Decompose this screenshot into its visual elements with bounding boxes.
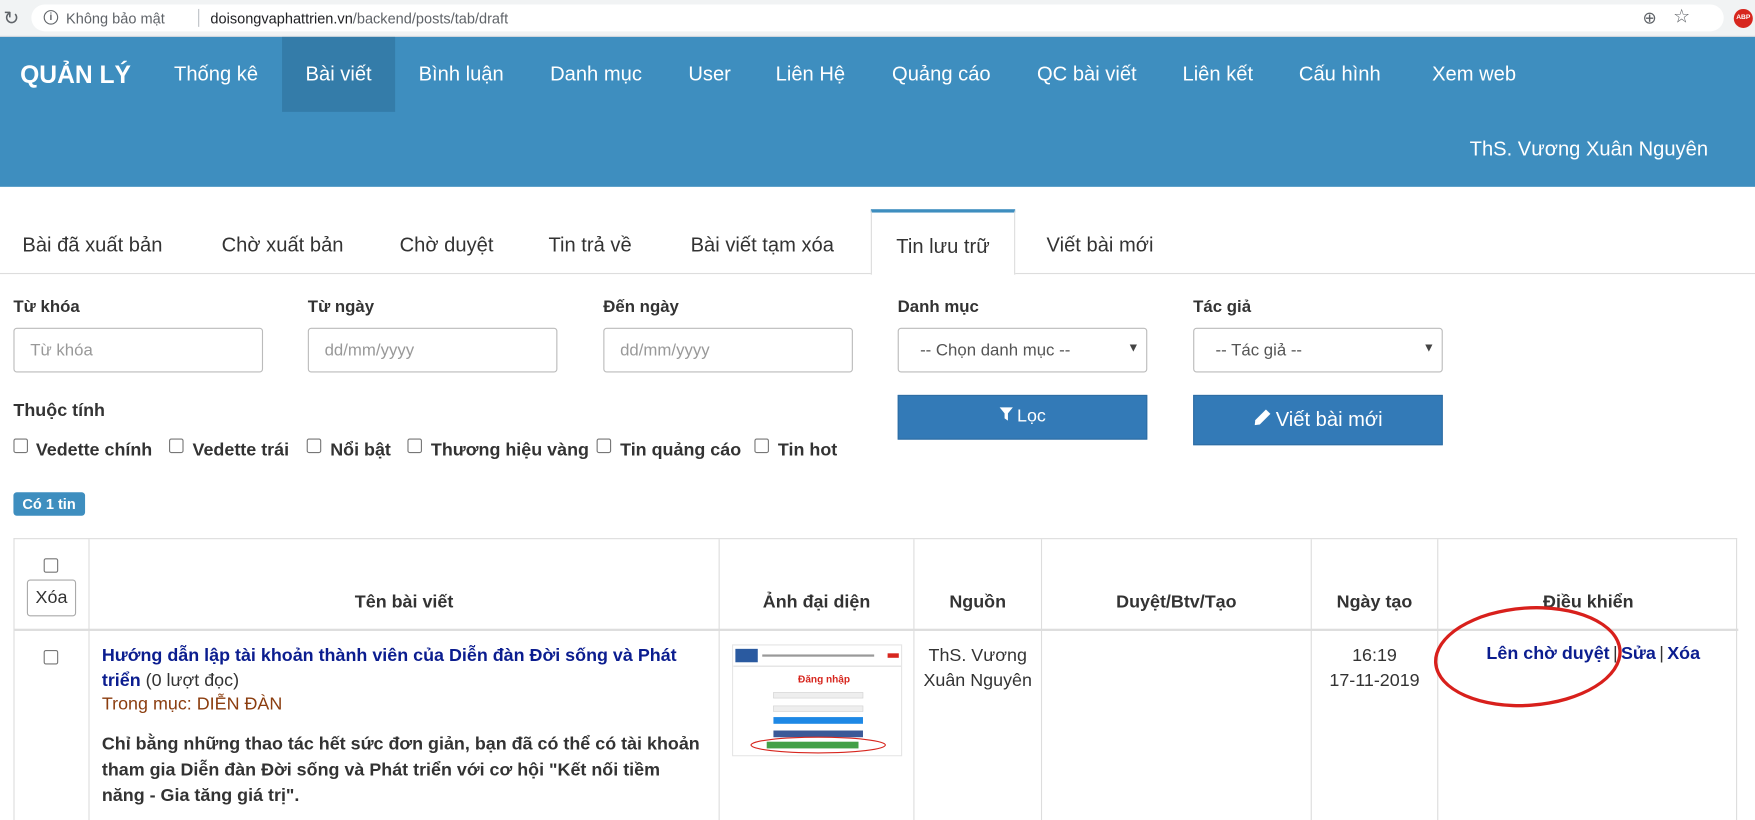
post-category: Trong mục: DIỄN ĐÀN (101, 694, 283, 714)
result-count-badge: Có 1 tin (13, 492, 85, 516)
attr-vedette-chinh-checkbox[interactable] (13, 438, 28, 454)
new-post-button-label: Viết bài mới (1275, 408, 1383, 431)
screen: ↻ i Không bảo mật doisongvaphattrien.vn/… (0, 0, 1755, 820)
brand-title[interactable]: QUẢN LÝ (20, 60, 131, 89)
post-title: Hướng dẫn lập tài khoản thành viên của D… (102, 644, 718, 693)
header-source: Nguồn (949, 592, 1007, 612)
new-post-button[interactable]: Viết bài mới (1193, 394, 1443, 446)
url-text[interactable]: doisongvaphattrien.vn/backend/posts/tab/… (210, 10, 508, 27)
nav-item-thong-ke[interactable]: Thống kê (154, 37, 277, 112)
category-label: Danh mục (897, 297, 979, 317)
delete-selected-button[interactable]: Xóa (26, 579, 77, 617)
attr-tin-quang-cao-checkbox[interactable] (596, 438, 612, 454)
tab-new-post[interactable]: Viết bài mới (1047, 209, 1154, 274)
keyword-input[interactable] (13, 327, 264, 373)
from-date-label: Từ ngày (307, 297, 375, 317)
nav-item-quang-cao[interactable]: Quảng cáo (875, 37, 1007, 112)
chevron-down-icon: ▼ (1422, 341, 1435, 355)
attr-tin-hot-label: Tin hot (777, 440, 838, 460)
attributes-label: Thuộc tính (13, 401, 105, 421)
author-label: Tác giả (1193, 297, 1252, 317)
to-date-label: Đến ngày (603, 297, 679, 317)
column-divider (88, 539, 90, 820)
thumbnail-image: Đăng nhập (733, 645, 902, 756)
attr-tin-hot-checkbox[interactable] (754, 438, 769, 454)
attr-thuong-hieu-vang-checkbox[interactable] (407, 438, 422, 454)
author-selected-value: -- Tác giả -- (1215, 341, 1303, 361)
post-tabs: Bài đã xuất bản Chờ xuất bản Chờ duyệt T… (0, 209, 1755, 276)
post-thumbnail[interactable]: Đăng nhập (732, 644, 903, 757)
zoom-icon[interactable]: ⊕ (1642, 8, 1656, 28)
pencil-icon (1253, 396, 1271, 444)
security-status: Không bảo mật (66, 10, 165, 27)
attr-noi-bat-label: Nổi bật (330, 440, 391, 460)
reload-icon[interactable]: ↻ (3, 8, 19, 30)
thumbnail-caption: Đăng nhập (798, 674, 850, 685)
info-icon[interactable]: i (43, 10, 59, 25)
tab-temp-deleted[interactable]: Bài viết tạm xóa (691, 209, 834, 274)
url-divider (198, 8, 200, 27)
edit-link[interactable]: Sửa (1621, 644, 1656, 663)
header-approval: Duyệt/Btv/Tạo (1116, 592, 1237, 612)
post-created: 16:19 17-11-2019 (1312, 644, 1437, 693)
attr-tin-quang-cao-label: Tin quảng cáo (620, 440, 742, 460)
nav-item-user[interactable]: User (672, 37, 748, 112)
post-source: ThS. Vương Xuân Nguyên (923, 646, 1032, 691)
nav-item-cau-hinh[interactable]: Cấu hình (1284, 37, 1396, 112)
keyword-label: Từ khóa (13, 297, 80, 317)
adblock-icon[interactable]: ABP (1733, 8, 1753, 28)
chevron-down-icon: ▼ (1127, 341, 1140, 355)
attr-noi-bat-checkbox[interactable] (306, 438, 322, 454)
nav-item-lien-he[interactable]: Liên Hệ (761, 37, 859, 112)
to-date-input[interactable] (603, 327, 853, 373)
tab-archived[interactable]: Tin lưu trữ (870, 209, 1016, 276)
nav-item-danh-muc[interactable]: Danh mục (533, 37, 659, 112)
column-divider (1040, 539, 1043, 820)
tab-returned[interactable]: Tin trả về (548, 209, 631, 274)
header-title: Tên bài viết (354, 592, 454, 612)
nav-item-lien-ket[interactable]: Liên kết (1167, 37, 1268, 112)
author-select[interactable]: -- Tác giả -- ▼ (1193, 327, 1443, 373)
url-host: doisongvaphattrien.vn (210, 10, 353, 27)
select-all-checkbox[interactable] (43, 558, 59, 573)
filter-button[interactable]: Lọc (897, 394, 1148, 440)
nav-item-qc-bai-viet[interactable]: QC bài viết (1022, 37, 1152, 112)
tab-pending-approval[interactable]: Chờ duyệt (400, 209, 494, 274)
category-select[interactable]: -- Chọn danh mục -- ▼ (897, 327, 1148, 373)
post-created-time: 16:19 (1352, 646, 1397, 666)
category-selected-value: -- Chọn danh mục -- (920, 341, 1071, 361)
post-created-date: 17-11-2019 (1329, 671, 1420, 691)
url-path: /backend/posts/tab/draft (352, 10, 509, 27)
logged-in-user[interactable]: ThS. Vương Xuân Nguyên (1470, 138, 1708, 161)
omnibox[interactable]: i Không bảo mật doisongvaphattrien.vn/ba… (31, 4, 1724, 32)
nav-item-bai-viet[interactable]: Bài viết (282, 36, 396, 112)
action-separator: | (1659, 644, 1664, 664)
column-divider (718, 539, 720, 820)
filter-icon (999, 396, 1013, 439)
admin-navbar: QUẢN LÝ Thống kê Bài viết Bình luận Danh… (0, 36, 1755, 187)
delete-link[interactable]: Xóa (1667, 644, 1700, 663)
post-summary: Chỉ bằng những thao tác hết sức đơn giản… (101, 734, 700, 806)
attr-vedette-trai-checkbox[interactable] (169, 438, 184, 454)
tab-published[interactable]: Bài đã xuất bản (22, 209, 162, 274)
column-divider (1437, 539, 1439, 820)
from-date-input[interactable] (307, 327, 558, 373)
nav-item-xem-web[interactable]: Xem web (1413, 37, 1536, 112)
header-created: Ngày tạo (1336, 592, 1413, 612)
filter-button-label: Lọc (1016, 407, 1046, 427)
attr-thuong-hieu-vang-label: Thương hiệu vàng (430, 440, 589, 460)
browser-address-bar: ↻ i Không bảo mật doisongvaphattrien.vn/… (0, 0, 1755, 37)
header-controls: Điều khiển (1543, 592, 1634, 612)
star-icon[interactable]: ☆ (1673, 6, 1690, 28)
nav-item-binh-luan[interactable]: Bình luận (401, 37, 522, 112)
attr-vedette-chinh-label: Vedette chính (35, 440, 153, 460)
attr-vedette-trai-label: Vedette trái (192, 440, 290, 460)
tab-pending-publish[interactable]: Chờ xuất bản (222, 209, 344, 274)
post-views: (0 lượt đọc) (145, 671, 240, 691)
row-checkbox[interactable] (43, 649, 59, 665)
header-thumbnail: Ảnh đại diện (762, 592, 871, 612)
